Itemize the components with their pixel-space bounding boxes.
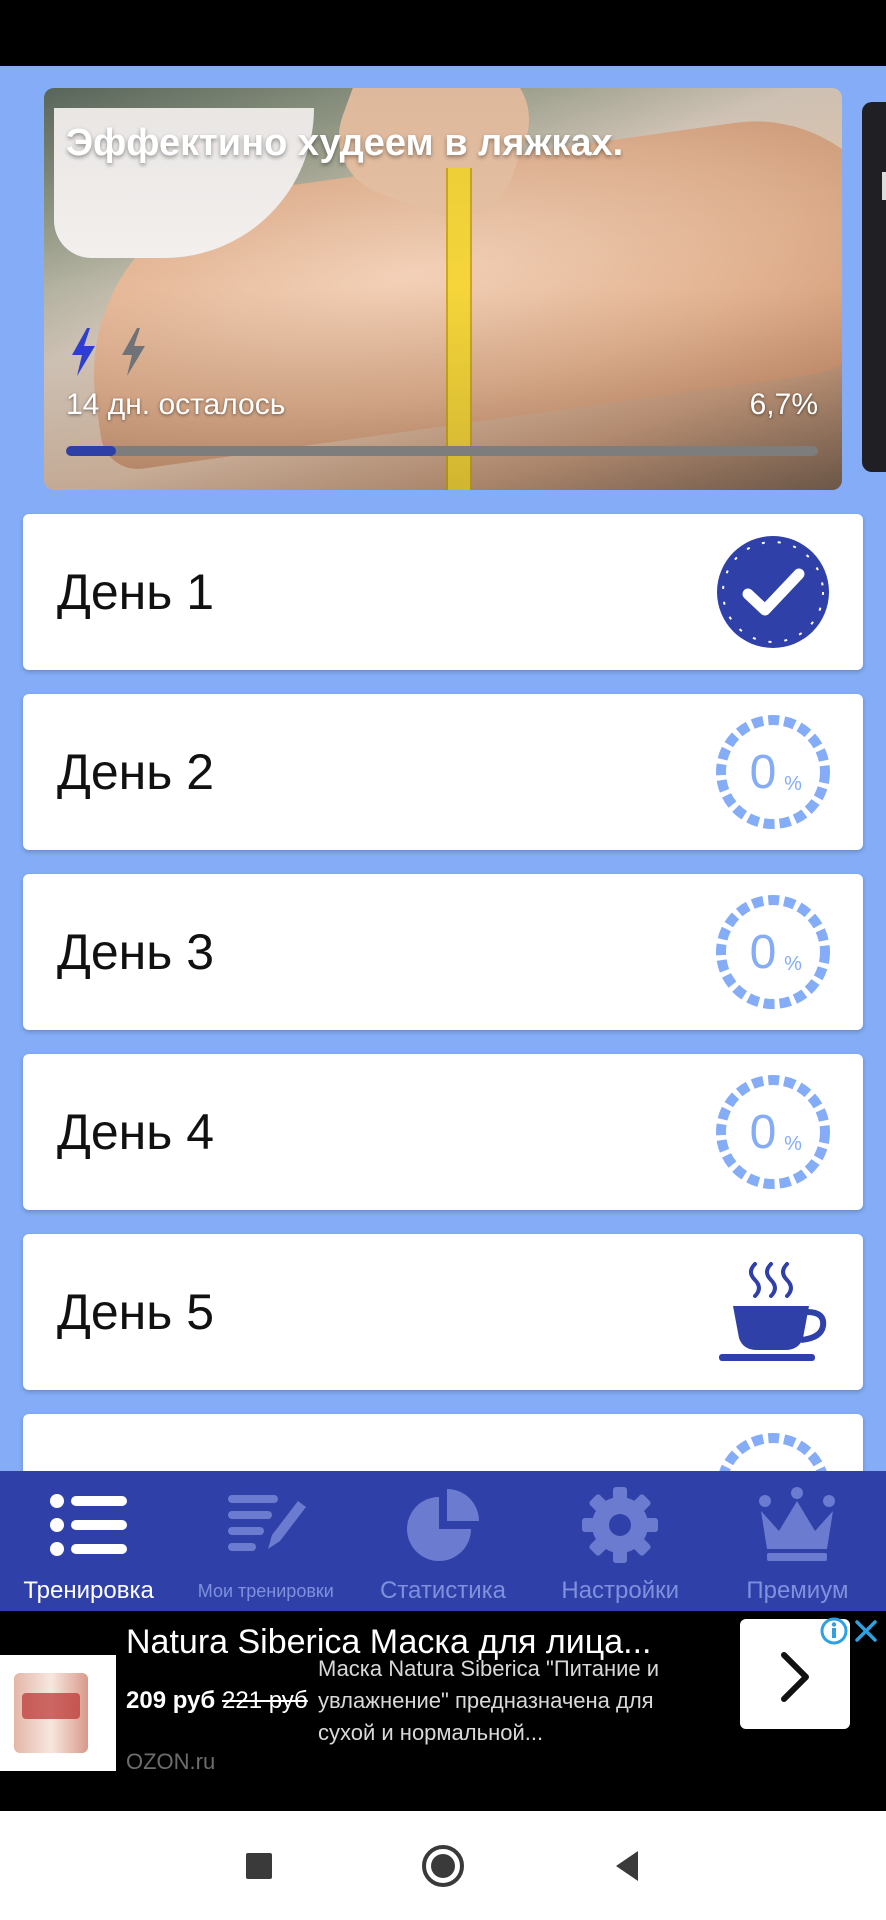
ad-source: OZON.ru bbox=[126, 1749, 216, 1774]
progress-ring-icon bbox=[719, 1433, 827, 1471]
lightning-bolt-icon-filled bbox=[72, 328, 95, 376]
check-badge-icon bbox=[717, 536, 829, 648]
day-card-2[interactable]: День 2 0 % bbox=[23, 694, 863, 850]
nav-label: Тренировка bbox=[23, 1577, 154, 1604]
progress-ring-icon: 0 % bbox=[716, 715, 830, 829]
nav-label: Мои тренировки bbox=[197, 1581, 334, 1601]
program-title: Эффектино худеем в ляжках. bbox=[66, 122, 624, 164]
ad-description: Маска Natura Siberica "Питание и увлажне… bbox=[318, 1656, 660, 1745]
day-card-3[interactable]: День 3 0 % bbox=[23, 874, 863, 1030]
coffee-cup-icon bbox=[719, 1262, 827, 1361]
day-percent-sign: % bbox=[784, 773, 802, 795]
bottom-navigation: Тренировка Мои тренировки Статистика Нас… bbox=[0, 1471, 886, 1611]
days-remaining: 14 дн. осталось bbox=[66, 388, 286, 421]
crown-icon bbox=[759, 1487, 836, 1561]
day-percent-value: 0 bbox=[750, 926, 777, 979]
day-label: День 2 bbox=[57, 744, 215, 800]
list-icon bbox=[49, 1494, 127, 1556]
day-label: День 4 bbox=[57, 1104, 215, 1160]
day-card-6[interactable] bbox=[23, 1414, 863, 1471]
day-label: День 1 bbox=[57, 564, 215, 620]
progress-ring-icon: 0 % bbox=[716, 895, 830, 1009]
nav-label: Премиум bbox=[746, 1577, 849, 1604]
system-navigation-bar bbox=[0, 1811, 886, 1920]
home-icon[interactable] bbox=[420, 1843, 466, 1889]
day-card-4[interactable]: День 4 0 % bbox=[23, 1054, 863, 1210]
back-icon[interactable] bbox=[604, 1843, 650, 1889]
ad-price: 209 руб bbox=[126, 1687, 216, 1714]
next-program-card[interactable] bbox=[862, 102, 886, 472]
status-bar bbox=[0, 0, 886, 66]
day-percent-value: 0 bbox=[750, 1106, 777, 1159]
lightning-bolt-icon-empty bbox=[122, 328, 145, 376]
nav-tab-my-workouts[interactable]: Мои тренировки bbox=[177, 1471, 354, 1611]
nav-tab-training[interactable]: Тренировка bbox=[0, 1471, 177, 1611]
day-label: День 3 bbox=[57, 924, 215, 980]
nav-tab-premium[interactable]: Премиум bbox=[709, 1471, 886, 1611]
ad-banner[interactable]: Natura Siberica Маска для лица... 209 ру… bbox=[0, 1611, 886, 1811]
day-card-1[interactable]: День 1 bbox=[23, 514, 863, 670]
pie-chart-icon bbox=[407, 1489, 479, 1561]
day-card-5[interactable]: День 5 bbox=[23, 1234, 863, 1390]
ad-old-price: 221 руб bbox=[222, 1687, 308, 1714]
program-progress-fill bbox=[66, 446, 117, 456]
ad-info-icon[interactable] bbox=[820, 1617, 848, 1645]
nav-tab-statistics[interactable]: Статистика bbox=[354, 1471, 531, 1611]
day-percent-sign: % bbox=[784, 953, 802, 975]
nav-tab-settings[interactable]: Настройки bbox=[532, 1471, 709, 1611]
gear-icon bbox=[582, 1487, 659, 1563]
program-hero-card[interactable]: Эффектино худеем в ляжках. 14 дн. остало… bbox=[44, 88, 842, 490]
recents-icon[interactable] bbox=[236, 1843, 282, 1889]
workout-content[interactable]: Эффектино худеем в ляжках. 14 дн. остало… bbox=[0, 66, 886, 1471]
ad-product-image[interactable] bbox=[0, 1655, 116, 1771]
program-percent: 6,7% bbox=[749, 388, 818, 421]
progress-ring-icon: 0 % bbox=[716, 1075, 830, 1189]
nav-label: Настройки bbox=[561, 1577, 680, 1604]
nav-label: Статистика bbox=[379, 1577, 507, 1604]
day-percent-sign: % bbox=[784, 1133, 802, 1155]
day-label: День 5 bbox=[57, 1284, 215, 1340]
day-percent-value: 0 bbox=[750, 746, 777, 799]
program-progress-bar bbox=[66, 446, 818, 456]
ad-close-icon[interactable] bbox=[852, 1617, 880, 1645]
notes-edit-icon bbox=[227, 1495, 306, 1551]
